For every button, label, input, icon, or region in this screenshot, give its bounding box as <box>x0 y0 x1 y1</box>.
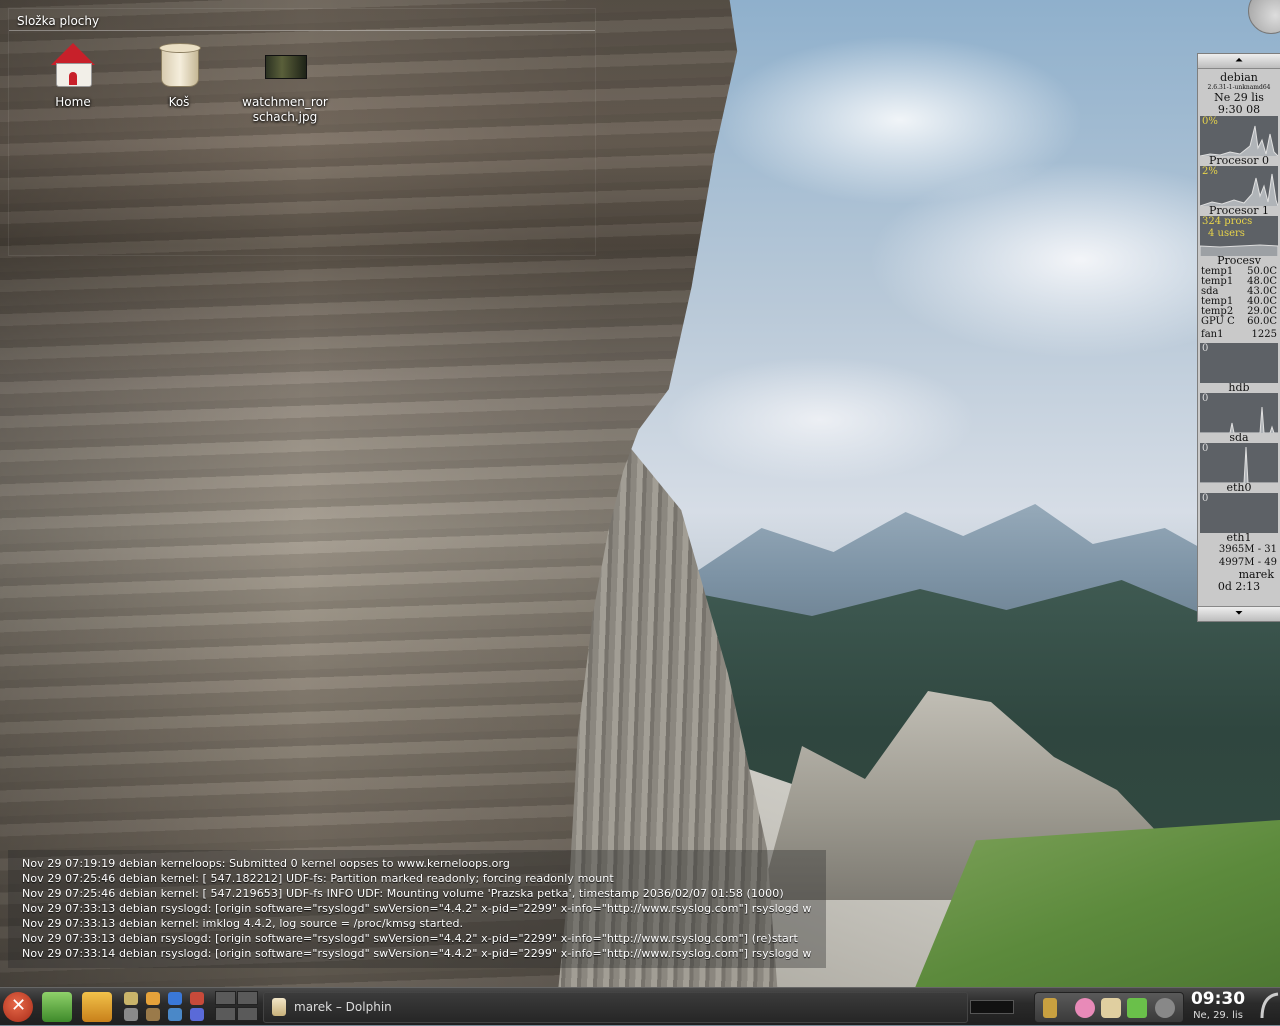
log-line: Nov 29 07:33:13 debian rsyslogd: [origin… <box>22 902 812 915</box>
sda-graph: 0 <box>1200 393 1278 433</box>
scroll-up-button[interactable]: ⏶ <box>1198 54 1280 69</box>
sensor-row: GPU C 60.0C <box>1201 316 1277 327</box>
hdb-caption: hdb <box>1228 381 1250 394</box>
processes-graph: 324 procs 4 users <box>1200 216 1278 256</box>
scroll-down-button[interactable]: ⏷ <box>1198 606 1280 621</box>
desktop-icon-home[interactable]: Home <box>23 41 123 110</box>
device-notifier-icon[interactable] <box>1043 998 1057 1018</box>
eth0-graph: 0 <box>1200 443 1278 483</box>
task-dolphin[interactable]: marek – Dolphin <box>263 992 968 1023</box>
clock-time[interactable]: 09:30 <box>1186 989 1250 1009</box>
desktop-icon-label: watchmen_rorschach.jpg <box>242 95 328 124</box>
pager-desktop[interactable] <box>215 1007 236 1021</box>
quick-launch-calendar[interactable] <box>190 1008 204 1021</box>
leave-button[interactable]: ✕ <box>3 992 33 1022</box>
cpu0-caption: Procesor 0 <box>1209 154 1269 167</box>
close-icon: ✕ <box>11 995 27 1016</box>
sda-graph-plot <box>1200 406 1278 433</box>
cpu0-graph-plot <box>1200 125 1278 156</box>
log-line: Nov 29 07:25:46 debian kernel: [ 547.219… <box>22 887 784 900</box>
application-launcher-button[interactable] <box>42 992 72 1022</box>
chevron-down-icon: ⏷ <box>1235 608 1243 619</box>
hdb-graph: 0 <box>1200 343 1278 383</box>
log-line: Nov 29 07:19:19 debian kerneloops: Submi… <box>22 857 511 870</box>
quick-launch-settings[interactable] <box>124 1008 138 1021</box>
log-viewer: Nov 29 07:19:19 debian kerneloops: Submi… <box>8 850 826 968</box>
eth1-value: 0 <box>1202 493 1209 504</box>
pager-desktop[interactable] <box>215 991 236 1005</box>
desktop-folder-view: Složka plochy Home Koš watchmen_rorschac… <box>8 8 596 256</box>
trash-icon <box>155 41 203 89</box>
home-icon <box>49 41 97 89</box>
uptime: 0d 2:13 <box>1217 580 1261 593</box>
log-line: Nov 29 07:33:14 debian rsyslogd: [origin… <box>22 947 812 960</box>
hostname: debian <box>1220 71 1258 84</box>
eth0-caption: eth0 <box>1226 481 1252 494</box>
cpu0-graph: 0% <box>1200 116 1278 156</box>
quick-launch-mail[interactable] <box>190 992 204 1005</box>
quick-launch-files[interactable] <box>124 992 138 1005</box>
system-tray <box>1034 992 1184 1023</box>
sda-caption: sda <box>1229 431 1249 444</box>
dolphin-icon <box>272 998 286 1016</box>
hdb-value: 0 <box>1202 343 1209 354</box>
cpu1-graph-plot <box>1200 173 1278 206</box>
pager-desktop[interactable] <box>237 1007 258 1021</box>
image-file-icon <box>261 41 309 89</box>
desktop-icon-trash[interactable]: Koš <box>129 41 229 110</box>
task-label: marek – Dolphin <box>294 1000 392 1014</box>
log-line: Nov 29 07:33:13 debian rsyslogd: [origin… <box>22 932 798 945</box>
quick-launch-browser[interactable] <box>146 992 160 1005</box>
cpu1-graph: 2% <box>1200 166 1278 206</box>
eth1-graph: 0 <box>1200 493 1278 533</box>
clock-date[interactable]: Ne, 29. lis <box>1186 1010 1250 1021</box>
eth1-caption: eth1 <box>1226 531 1252 544</box>
pager-desktop[interactable] <box>237 991 258 1005</box>
network-icon[interactable] <box>1127 998 1147 1018</box>
memory-usage: 3965M - 31 <box>1218 544 1277 555</box>
cpu1-caption: Procesor 1 <box>1209 204 1269 217</box>
folder-view-divider <box>9 30 595 31</box>
sensor-list: temp1 50.0C temp1 48.0C sda 43.0C temp1 40.0… <box>1198 267 1280 340</box>
folder-view-title: Složka plochy <box>17 14 100 28</box>
show-desktop-button[interactable] <box>82 992 112 1022</box>
desktop-icon-label: Koš <box>168 95 190 109</box>
quick-launch-network[interactable] <box>168 1008 182 1021</box>
log-line: Nov 29 07:33:13 debian kernel: imklog 4.… <box>22 917 464 930</box>
monitor-time: 9:30 08 <box>1217 103 1261 116</box>
sensor-row: fan1 1225 <box>1201 329 1277 340</box>
desktop-icon-image-file[interactable]: watchmen_rorschach.jpg <box>235 41 335 125</box>
processes-graph-plot <box>1200 244 1278 256</box>
desktop-icon-label: Home <box>55 95 91 109</box>
quick-launch-konqueror[interactable] <box>168 992 182 1005</box>
chat-icon[interactable] <box>1075 998 1095 1018</box>
system-monitor-panel: ⏶ debian 2.6.31-1-unknamd64 Ne 29 lis 9:… <box>1197 53 1280 622</box>
klipper-icon[interactable] <box>1101 998 1121 1018</box>
chevron-up-icon: ⏶ <box>1235 55 1243 66</box>
eth0-graph-plot <box>1200 446 1278 483</box>
panel-cashew-icon[interactable] <box>1258 990 1280 1022</box>
quick-launch-editor[interactable] <box>146 1008 160 1021</box>
processes-caption: Procesv <box>1217 254 1261 267</box>
activity-indicator <box>970 1000 1014 1014</box>
log-line: Nov 29 07:25:46 debian kernel: [ 547.182… <box>22 872 614 885</box>
power-icon[interactable] <box>1155 998 1175 1018</box>
taskbar: ✕ marek – Dolphin 09:30 Ne, 29. lis <box>0 987 1280 1025</box>
